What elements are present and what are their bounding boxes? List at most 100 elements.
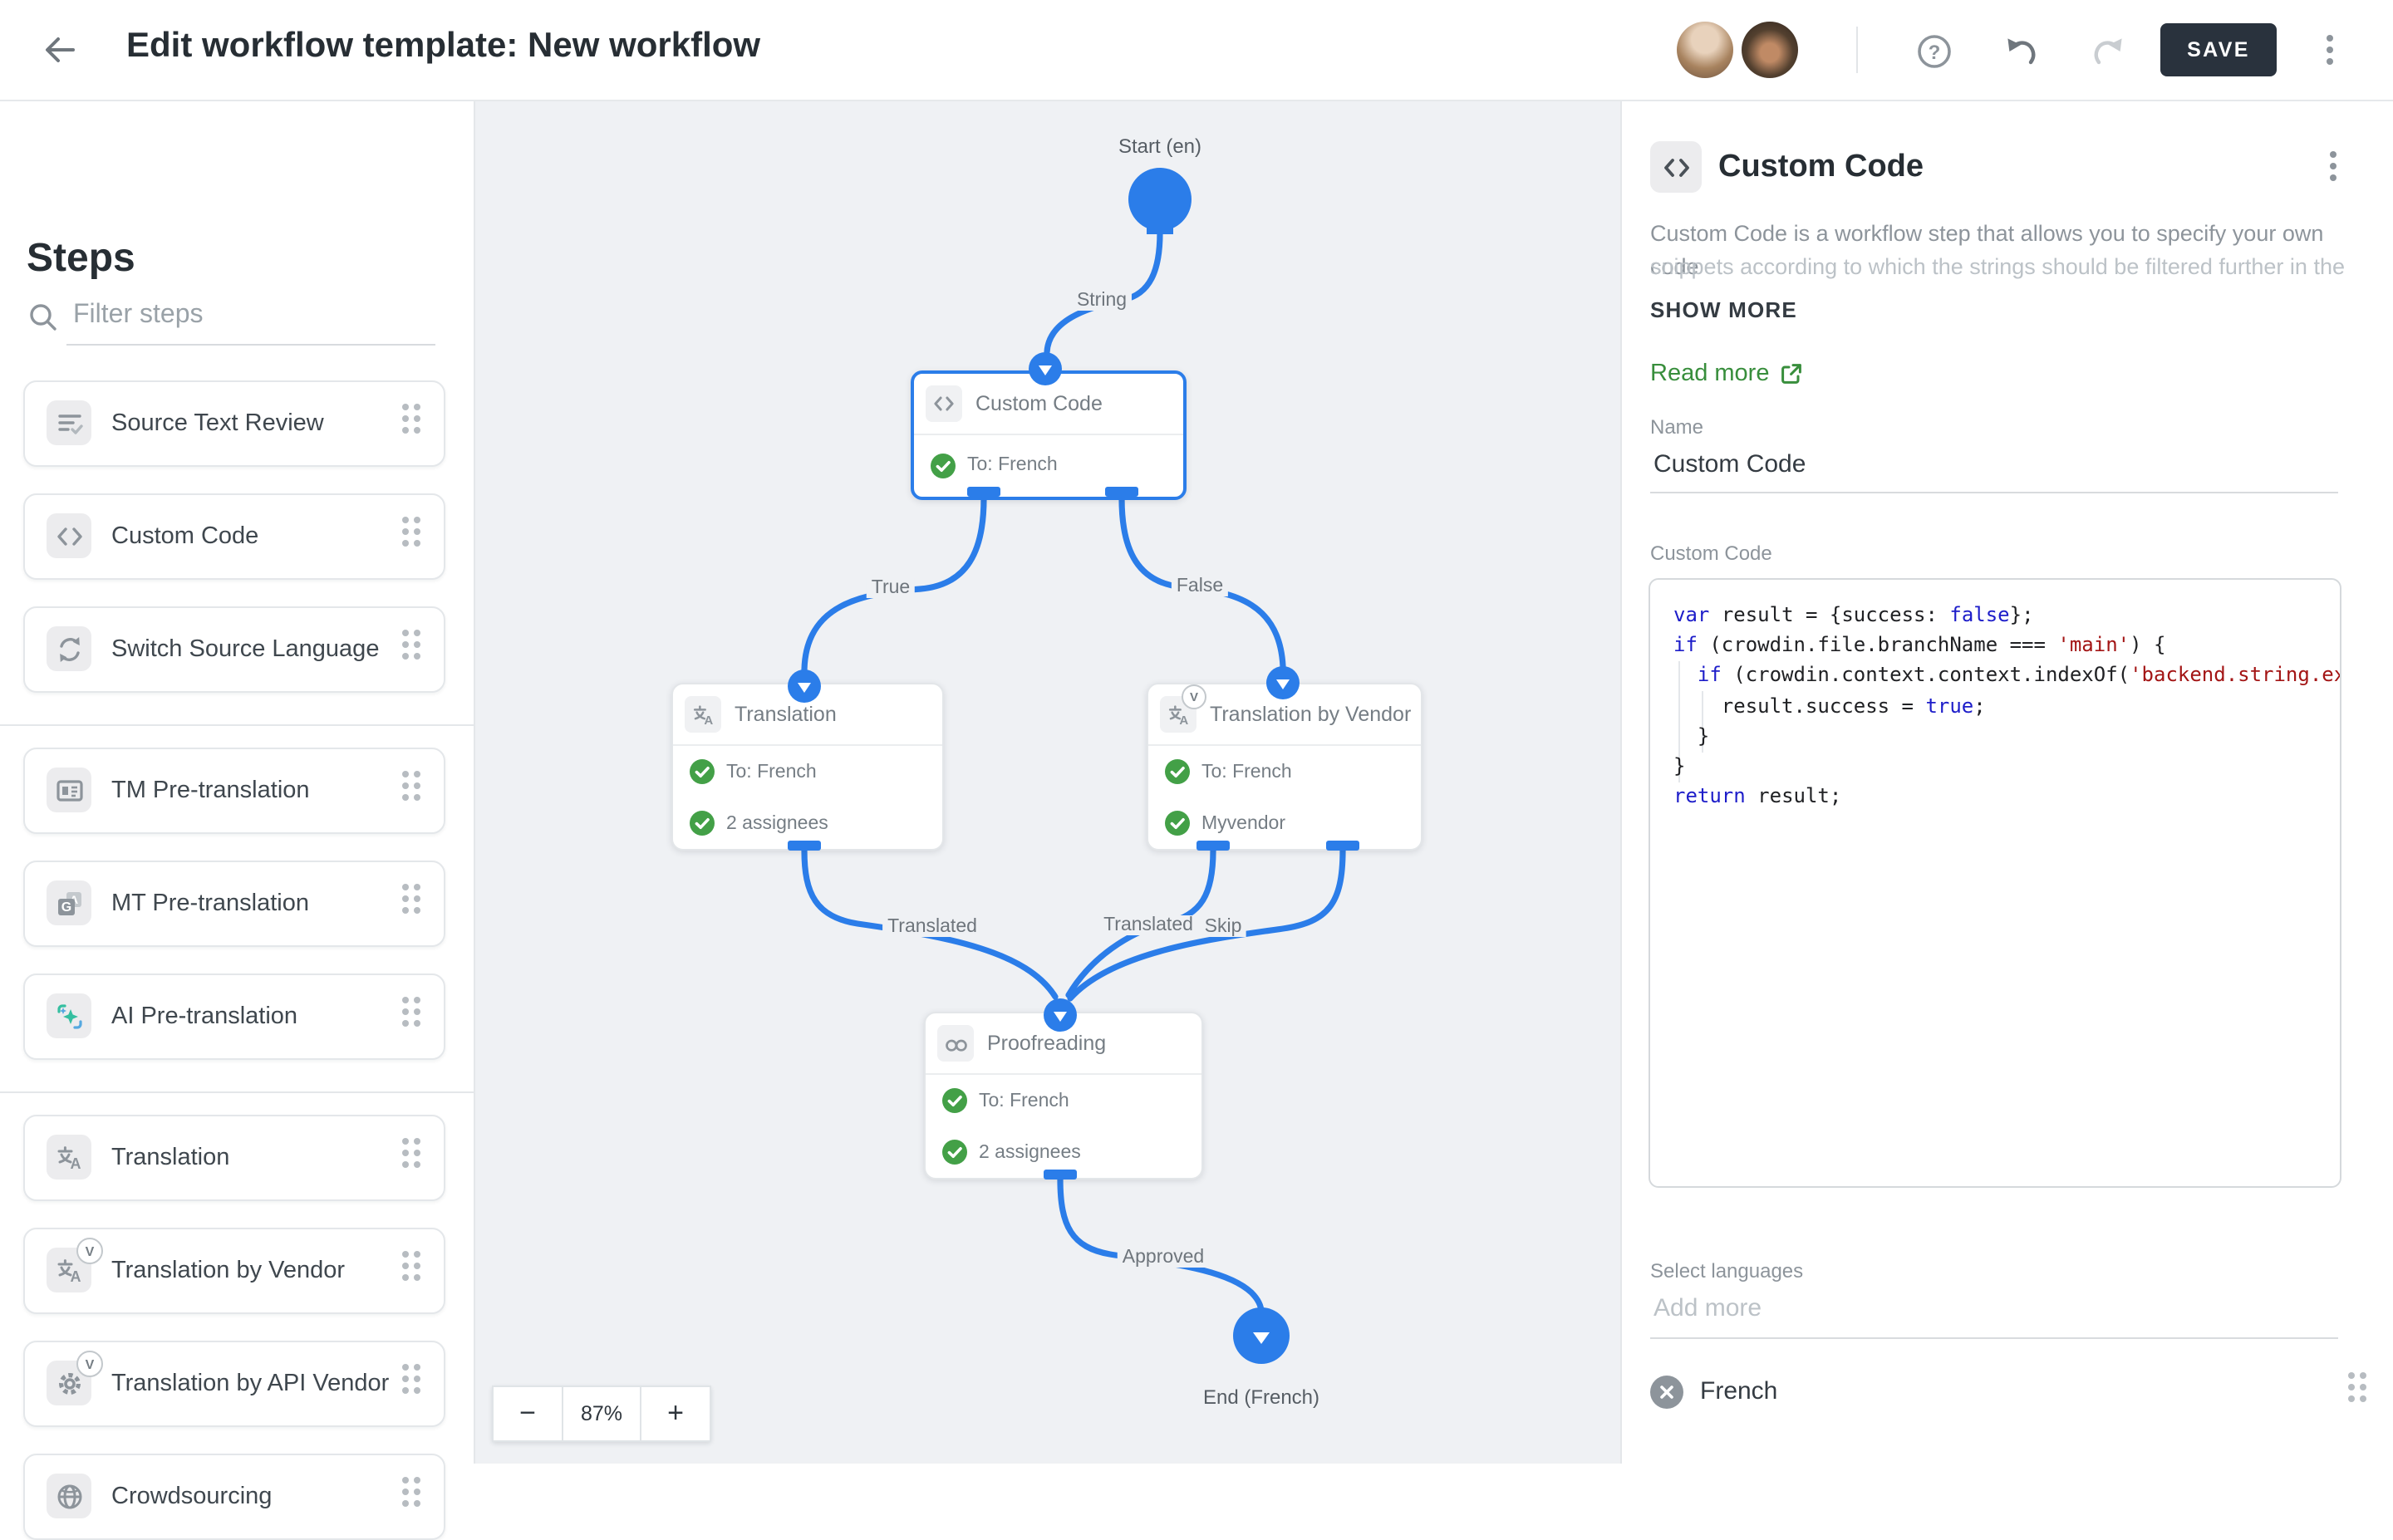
- translation-icon: A: [47, 1135, 91, 1180]
- translation-by-api-vendor-icon: V: [47, 1361, 91, 1405]
- name-field-label: Name: [1650, 415, 1703, 439]
- step-card-translation-by-vendor[interactable]: A V Translation by Vendor: [23, 1228, 445, 1314]
- step-settings-panel: Custom Code Custom Code is a workflow st…: [1620, 100, 2393, 1464]
- node-row-text: Myvendor: [1201, 813, 1285, 833]
- svg-text:A: A: [1178, 713, 1187, 727]
- zoom-level: 87%: [562, 1386, 641, 1442]
- step-card-ai-pre-translation[interactable]: AI Pre-translation: [23, 974, 445, 1060]
- translation-by-vendor-icon: A V: [47, 1248, 91, 1292]
- check-icon: [690, 811, 715, 836]
- end-node[interactable]: [1233, 1307, 1290, 1364]
- code-content[interactable]: var result = {success: false}; if (crowd…: [1650, 580, 2340, 1186]
- help-icon: ?: [1916, 33, 1953, 70]
- node-output-port[interactable]: [1105, 487, 1138, 497]
- drag-handle[interactable]: [402, 884, 420, 924]
- check-icon: [931, 453, 956, 478]
- ai-pre-translation-icon: [47, 993, 91, 1038]
- header-overflow-menu-button[interactable]: [2327, 35, 2333, 65]
- drag-handle[interactable]: [402, 771, 420, 811]
- languages-field-underline: [1650, 1337, 2338, 1339]
- panel-overflow-menu-button[interactable]: [2330, 151, 2336, 181]
- steps-sidebar: Steps Source Text Review Custom Code: [0, 100, 475, 1464]
- node-output-port[interactable]: [788, 841, 821, 851]
- drag-handle[interactable]: [2348, 1372, 2366, 1412]
- node-row: To: French: [673, 746, 942, 797]
- select-languages-label: Select languages: [1650, 1259, 1803, 1283]
- translation-icon: A: [685, 696, 721, 733]
- filter-steps-field: [0, 296, 474, 349]
- save-button[interactable]: SAVE: [2160, 23, 2277, 76]
- svg-text:G: G: [61, 900, 71, 914]
- drag-handle[interactable]: [402, 1251, 420, 1291]
- edge-label-string: String: [1072, 291, 1132, 311]
- node-row-text: To: French: [726, 762, 817, 782]
- translation-by-vendor-icon: A V: [1160, 696, 1196, 733]
- drag-handle[interactable]: [402, 1138, 420, 1178]
- read-more-label: Read more: [1650, 360, 1769, 387]
- back-button[interactable]: [40, 30, 80, 70]
- remove-language-button[interactable]: [1650, 1376, 1683, 1409]
- step-card-custom-code[interactable]: Custom Code: [23, 493, 445, 580]
- zoom-out-button[interactable]: −: [492, 1386, 563, 1442]
- zoom-in-button[interactable]: +: [640, 1386, 711, 1442]
- step-card-translation-by-api-vendor[interactable]: V Translation by API Vendor: [23, 1341, 445, 1427]
- step-card-crowdsourcing[interactable]: Crowdsourcing: [23, 1454, 445, 1540]
- drag-handle[interactable]: [402, 630, 420, 669]
- add-language-input[interactable]: [1650, 1292, 2345, 1324]
- steps-heading: Steps: [27, 236, 135, 282]
- undo-button[interactable]: [2004, 33, 2041, 70]
- drag-handle[interactable]: [402, 1477, 420, 1517]
- drag-handle[interactable]: [402, 997, 420, 1037]
- code-editor[interactable]: var result = {success: false}; if (crowd…: [1649, 578, 2341, 1188]
- step-label: Translation by Vendor: [111, 1229, 345, 1312]
- step-card-source-text-review[interactable]: Source Text Review: [23, 380, 445, 467]
- header: Edit workflow template: New workflow ? S…: [0, 0, 2393, 101]
- workflow-canvas[interactable]: Start (en) String True False Translated …: [474, 100, 1620, 1464]
- undo-icon: [2004, 33, 2041, 70]
- group-divider: [0, 1091, 474, 1093]
- filter-steps-input[interactable]: [70, 299, 439, 332]
- vendor-badge: V: [1182, 684, 1206, 709]
- avatar[interactable]: [1677, 22, 1733, 78]
- language-row-french: French: [1622, 1366, 2393, 1419]
- step-card-translation[interactable]: A Translation: [23, 1115, 445, 1201]
- custom-code-icon: [47, 513, 91, 558]
- step-card-tm-pre-translation[interactable]: TM Pre-translation: [23, 748, 445, 834]
- step-label: Translation: [111, 1116, 229, 1199]
- show-more-button[interactable]: SHOW MORE: [1650, 297, 1797, 322]
- edge-label-false: False: [1172, 576, 1228, 596]
- step-card-mt-pre-translation[interactable]: AG MT Pre-translation: [23, 861, 445, 947]
- custom-code-icon: [1650, 141, 1702, 193]
- step-label: Custom Code: [111, 495, 258, 578]
- node-output-port[interactable]: [967, 487, 1000, 497]
- code-line: var result = {success: false};: [1673, 600, 2340, 630]
- tm-pre-translation-icon: [47, 768, 91, 812]
- name-input[interactable]: [1650, 449, 2345, 480]
- avatar[interactable]: [1742, 22, 1798, 78]
- node-row-text: To: French: [1201, 762, 1292, 782]
- check-icon: [942, 1140, 967, 1165]
- node-row-text: 2 assignees: [726, 813, 828, 833]
- start-node[interactable]: [1128, 168, 1192, 231]
- drag-handle[interactable]: [402, 517, 420, 557]
- svg-text:?: ?: [1929, 42, 1941, 64]
- read-more-link[interactable]: Read more: [1650, 360, 1802, 387]
- svg-text:A: A: [703, 713, 712, 727]
- node-proofreading[interactable]: Proofreading To: French 2 assignees: [924, 1012, 1203, 1180]
- drag-handle[interactable]: [402, 404, 420, 444]
- node-custom-code[interactable]: Custom Code To: French: [911, 370, 1187, 500]
- edge-arrow-marker: [1029, 352, 1062, 385]
- code-line: result.success = true;: [1673, 690, 2340, 720]
- panel-title: Custom Code: [1718, 150, 1924, 186]
- redo-button[interactable]: [2089, 33, 2125, 70]
- node-output-port[interactable]: [1044, 1170, 1077, 1180]
- node-output-port[interactable]: [1326, 841, 1359, 851]
- check-icon: [942, 1088, 967, 1113]
- node-output-port[interactable]: [1196, 841, 1230, 851]
- drag-handle[interactable]: [402, 1364, 420, 1404]
- step-card-switch-source-language[interactable]: Switch Source Language: [23, 606, 445, 693]
- edge-arrow-marker: [1044, 998, 1077, 1032]
- help-button[interactable]: ?: [1916, 33, 1953, 70]
- node-translation[interactable]: A Translation To: French 2 assignees: [671, 683, 944, 851]
- node-translation-by-vendor[interactable]: A V Translation by Vendor To: French Myv…: [1147, 683, 1423, 851]
